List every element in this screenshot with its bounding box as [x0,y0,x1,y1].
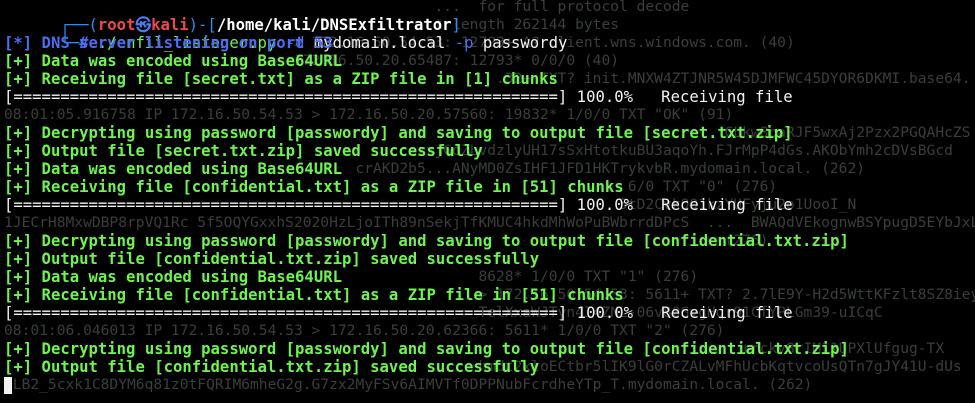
output-line: [+] Decrypting using password [passwordy… [4,232,849,250]
command-line[interactable]: └─# ./enfil_listener.py -d mydomain.loca… [4,16,567,52]
progress-bar-line: [=======================================… [4,304,793,322]
progress-text: [=======================================… [4,304,793,322]
output-line: [+] Output file [confidential.txt.zip] s… [4,250,539,268]
terminal-foreground: ┌──(root㉿kali)-[/home/kali/DNSExfiltrato… [0,0,975,403]
output-message: Decrypting using password [passwordy] an… [32,124,793,142]
output-message: Receiving file [confidential.txt] as a Z… [32,286,624,304]
status-prefix: [+] [4,160,33,178]
progress-bar-line: [=======================================… [4,88,793,106]
output-line: [+] Receiving file [confidential.txt] as… [4,286,624,304]
progress-text: [=======================================… [4,196,793,214]
output-line: [+] Data was encoded using Base64URL [4,268,342,286]
status-prefix: [+] [4,250,33,268]
output-line: [+] Receiving file [secret.txt] as a ZIP… [4,70,558,88]
output-line: [+] Output file [confidential.txt.zip] s… [4,358,539,376]
output-message: Output file [confidential.txt.zip] saved… [32,358,540,376]
output-message: Data was encoded using Base64URL [32,268,342,286]
output-message: Decrypting using password [passwordy] an… [32,340,849,358]
status-prefix: [*] [4,34,33,52]
status-prefix: [+] [4,124,33,142]
output-line: [*] DNS server listening on port 53 [4,34,333,52]
command-flag-password: -p [454,34,474,52]
command-value-password: passwordy [482,34,568,52]
output-line: [+] Decrypting using password [passwordy… [4,340,849,358]
output-message: Output file [secret.txt.zip] saved succe… [32,142,483,160]
status-prefix: [+] [4,70,33,88]
status-prefix: [+] [4,178,33,196]
status-prefix: [+] [4,142,33,160]
terminal-window[interactable]: ... for full protocol decode t length 26… [0,0,975,403]
command-value-domain: mydomain.local [313,34,446,52]
prompt-line-1: ┌──(root㉿kali)-[/home/kali/DNSExfiltrato… [4,0,461,34]
output-message: Receiving file [confidential.txt] as a Z… [32,178,624,196]
progress-bar-line: [=======================================… [4,196,793,214]
output-message: Data was encoded using Base64URL [32,160,342,178]
output-line: [+] Data was encoded using Base64URL [4,52,342,70]
output-line: [+] Output file [secret.txt.zip] saved s… [4,142,483,160]
output-line: [+] Decrypting using password [passwordy… [4,124,793,142]
output-message: Output file [confidential.txt.zip] saved… [32,250,540,268]
output-line: [+] Data was encoded using Base64URL [4,160,342,178]
progress-text: [=======================================… [4,88,793,106]
output-message: Receiving file [secret.txt] as a ZIP fil… [32,70,558,88]
status-prefix: [+] [4,232,33,250]
status-prefix: [+] [4,286,33,304]
status-prefix: [+] [4,52,33,70]
status-prefix: [+] [4,358,33,376]
output-line: [+] Receiving file [confidential.txt] as… [4,178,624,196]
terminal-cursor[interactable] [4,377,12,394]
output-message: Data was encoded using Base64URL [32,52,342,70]
output-message: DNS server listening on port 53 [32,34,333,52]
status-prefix: [+] [4,340,33,358]
output-message: Decrypting using password [passwordy] an… [32,232,849,250]
status-prefix: [+] [4,268,33,286]
